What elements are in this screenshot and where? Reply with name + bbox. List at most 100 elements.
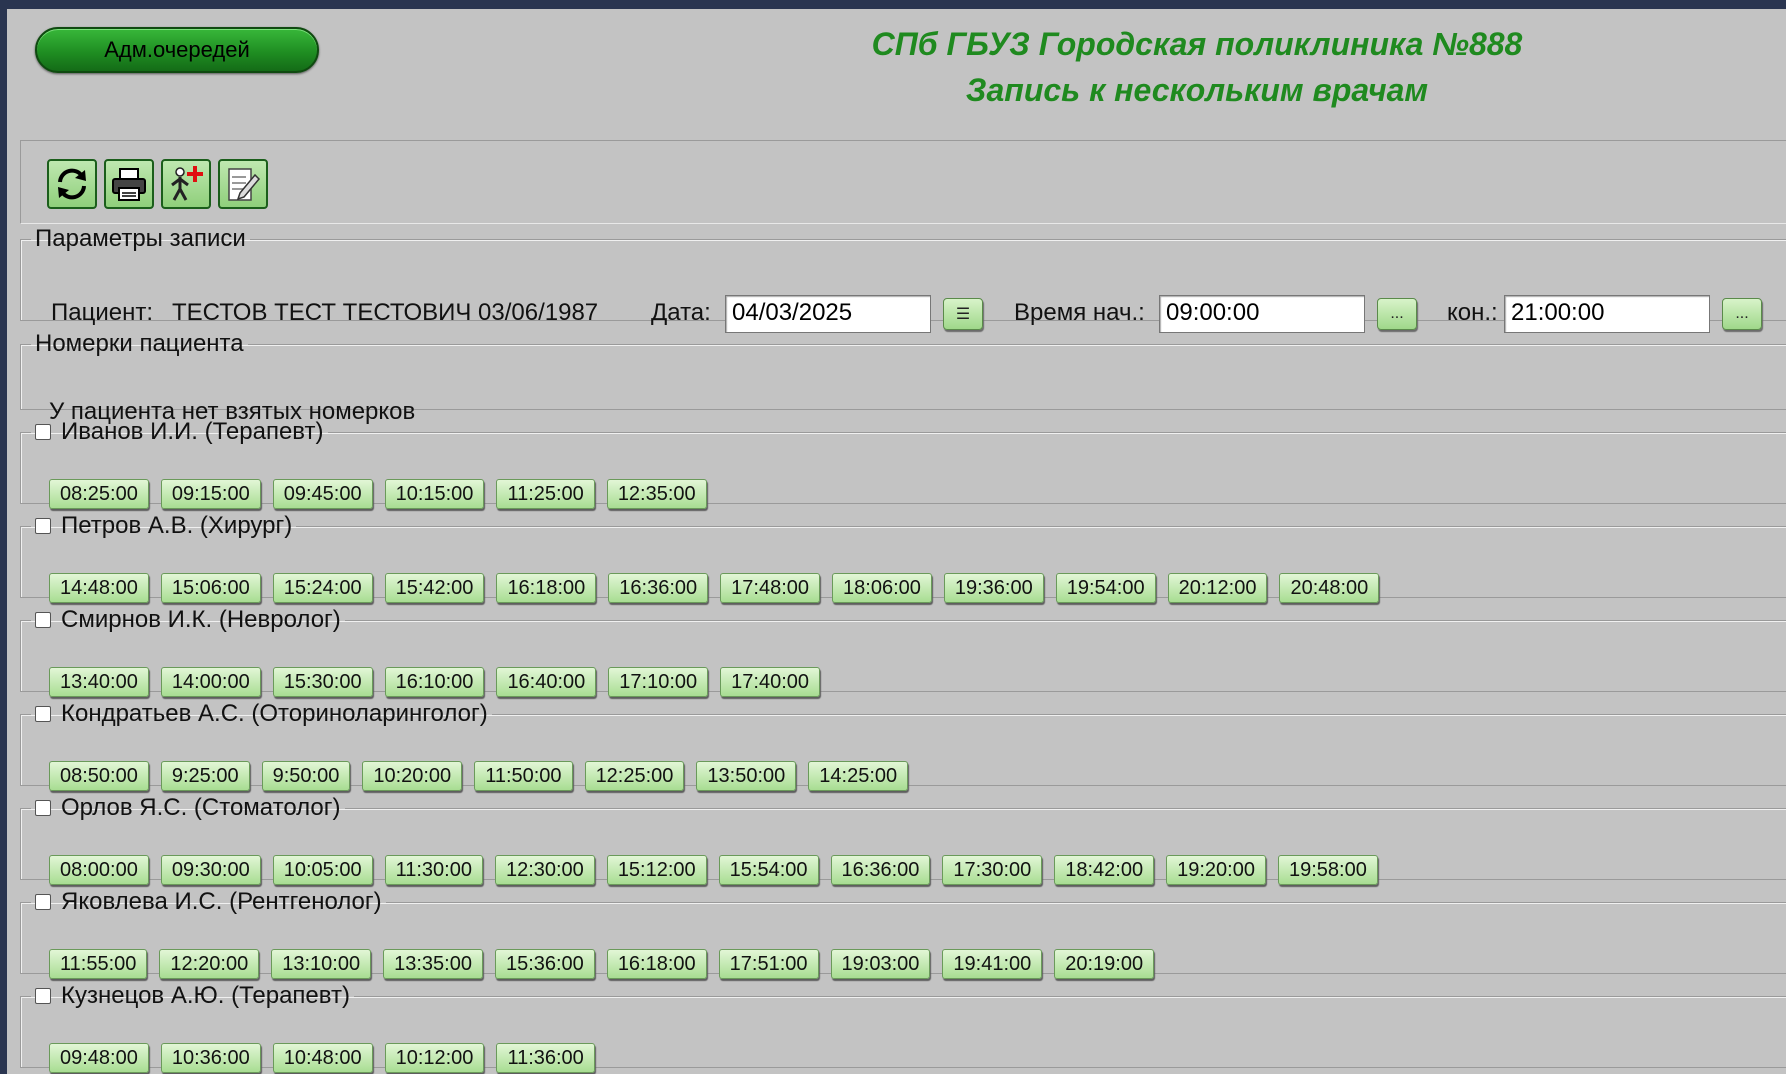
time-slot-button[interactable]: 10:12:00 [384,1043,485,1073]
main-window: Адм.очередей СПб ГБУЗ Городская поликлин… [7,9,1786,1074]
time-slot-button[interactable]: 19:41:00 [942,949,1043,979]
end-time-field[interactable]: 21:00:00 [1504,295,1710,333]
time-slots-row: 08:00:00 09:30:00 10:05:00 11:30:00 12:30:00… [49,855,1378,885]
record-params-legend: Параметры записи [35,225,246,252]
time-slot-button[interactable]: 10:20:00 [362,761,463,791]
time-slot-button[interactable]: 19:36:00 [943,573,1044,603]
ellipsis-icon: ... [1390,305,1404,322]
time-slot-button[interactable]: 16:36:00 [608,573,709,603]
time-slot-button[interactable]: 15:54:00 [718,855,819,885]
time-slot-button[interactable]: 15:30:00 [272,667,373,697]
time-slot-button[interactable]: 10:48:00 [272,1043,373,1073]
doctor-checkbox[interactable] [35,424,51,440]
time-slot-button[interactable]: 20:19:00 [1054,949,1155,979]
time-slot-button[interactable]: 20:48:00 [1279,573,1380,603]
doctor-name: Кузнецов А.Ю. (Терапевт) [61,982,350,1009]
time-slot-button[interactable]: 16:40:00 [496,667,597,697]
start-time-field[interactable]: 09:00:00 [1159,295,1365,333]
time-slot-button[interactable]: 17:48:00 [720,573,821,603]
time-slot-button[interactable]: 9:25:00 [160,761,250,791]
time-slots-row: 09:48:00 10:36:00 10:48:00 10:12:00 11:36:00 [49,1043,595,1073]
time-slot-button[interactable]: 15:42:00 [384,573,485,603]
time-slot-button[interactable]: 11:55:00 [49,949,148,979]
time-slot-button[interactable]: 12:35:00 [606,479,707,509]
time-slot-button[interactable]: 16:36:00 [830,855,931,885]
time-slot-button[interactable]: 9:50:00 [261,761,351,791]
time-slot-button[interactable]: 13:40:00 [49,667,149,697]
time-slot-button[interactable]: 08:00:00 [49,855,149,885]
time-slot-button[interactable]: 16:18:00 [606,949,707,979]
edit-document-button[interactable] [218,159,268,209]
time-slot-button[interactable]: 19:03:00 [830,949,931,979]
time-slot-button[interactable]: 11:25:00 [496,479,595,509]
doctor-checkbox[interactable] [35,800,51,816]
time-slot-button[interactable]: 18:06:00 [832,573,932,603]
doctor-group: Петров А.В. (Хирург) 14:48:00 15:06:00 15:2… [20,512,1786,603]
print-button[interactable] [104,159,154,209]
time-slot-button[interactable]: 08:50:00 [49,761,149,791]
doctor-checkbox[interactable] [35,894,51,910]
time-slot-button[interactable]: 15:12:00 [606,855,707,885]
time-slot-button[interactable]: 10:15:00 [384,479,485,509]
doctor-checkbox[interactable] [35,706,51,722]
time-slot-button[interactable]: 13:50:00 [696,761,797,791]
add-patient-button[interactable] [161,159,211,209]
time-slot-button[interactable]: 15:06:00 [160,573,261,603]
start-time-label: Время нач.: [1014,299,1145,326]
time-slots-row: 08:50:00 9:25:00 9:50:00 10:20:00 11:50:00 12… [49,761,909,791]
doctor-checkbox[interactable] [35,612,51,628]
time-slot-button[interactable]: 14:48:00 [49,573,149,603]
time-slot-button[interactable]: 16:18:00 [496,573,597,603]
doctor-group: Яковлева И.С. (Рентгенолог) 11:55:00 12:20… [20,888,1786,979]
doctor-name: Орлов Я.С. (Стоматолог) [61,794,341,821]
time-slot-button[interactable]: 09:15:00 [160,479,261,509]
page-subtitle: Запись к нескольким врачам [965,72,1429,108]
end-time-picker-button[interactable]: ... [1722,298,1762,330]
time-slot-button[interactable]: 16:10:00 [384,667,485,697]
time-slot-button[interactable]: 14:00:00 [160,667,261,697]
date-field[interactable]: 04/03/2025 [725,295,931,333]
time-slot-button[interactable]: 11:36:00 [496,1043,595,1073]
time-slot-button[interactable]: 17:30:00 [942,855,1043,885]
time-slot-button[interactable]: 10:05:00 [272,855,373,885]
doctor-group: Иванов И.И. (Терапевт) 08:25:00 09:15:00 09… [20,418,1786,509]
doctor-checkbox[interactable] [35,518,51,534]
time-slot-button[interactable]: 17:40:00 [720,667,821,697]
time-slot-button[interactable]: 11:30:00 [384,855,483,885]
time-slot-button[interactable]: 09:48:00 [49,1043,149,1073]
time-slot-button[interactable]: 14:25:00 [808,761,909,791]
time-slot-button[interactable]: 09:45:00 [272,479,373,509]
time-slot-button[interactable]: 17:10:00 [608,667,709,697]
time-slot-button[interactable]: 17:51:00 [718,949,819,979]
doctor-checkbox[interactable] [35,988,51,1004]
time-slot-button[interactable]: 18:42:00 [1054,855,1155,885]
time-slot-button[interactable]: 15:24:00 [272,573,373,603]
queue-admin-button[interactable]: Адм.очередей [35,27,319,73]
time-slot-button[interactable]: 15:36:00 [494,949,595,979]
patient-tickets-group: Номерки пациента У пациента нет взятых н… [20,330,1786,425]
doctor-header: Кузнецов А.Ю. (Терапевт) [31,982,354,1010]
time-slot-button[interactable]: 11:50:00 [474,761,573,791]
doctor-group: Кузнецов А.Ю. (Терапевт) 09:48:00 10:36:00… [20,982,1786,1073]
refresh-button[interactable] [47,159,97,209]
time-slot-button[interactable]: 09:30:00 [160,855,261,885]
time-slot-button[interactable]: 08:25:00 [49,479,149,509]
doctor-name: Кондратьев А.С. (Оториноларинголог) [61,700,488,727]
time-slot-button[interactable]: 13:35:00 [383,949,483,979]
start-time-picker-button[interactable]: ... [1377,298,1417,330]
time-slot-button[interactable]: 10:36:00 [160,1043,261,1073]
doctor-group: Смирнов И.К. (Невролог) 13:40:00 14:00:00 1… [20,606,1786,697]
patient-name: ТЕСТОВ ТЕСТ ТЕСТОВИЧ 03/06/1987 [172,299,599,326]
time-slot-button[interactable]: 13:10:00 [271,949,372,979]
page-header: СПб ГБУЗ Городская поликлиника №888 Запи… [647,21,1747,113]
time-slot-button[interactable]: 19:54:00 [1055,573,1156,603]
time-slot-button[interactable]: 20:12:00 [1167,573,1268,603]
doctor-group: Орлов Я.С. (Стоматолог) 08:00:00 09:30:00 1… [20,794,1786,885]
time-slot-button[interactable]: 12:25:00 [584,761,685,791]
calendar-button[interactable]: ☰ [943,298,983,330]
time-slot-button[interactable]: 12:20:00 [159,949,260,979]
time-slot-button[interactable]: 19:20:00 [1166,855,1266,885]
doctor-name: Смирнов И.К. (Невролог) [61,606,341,633]
time-slot-button[interactable]: 12:30:00 [494,855,595,885]
time-slot-button[interactable]: 19:58:00 [1277,855,1378,885]
